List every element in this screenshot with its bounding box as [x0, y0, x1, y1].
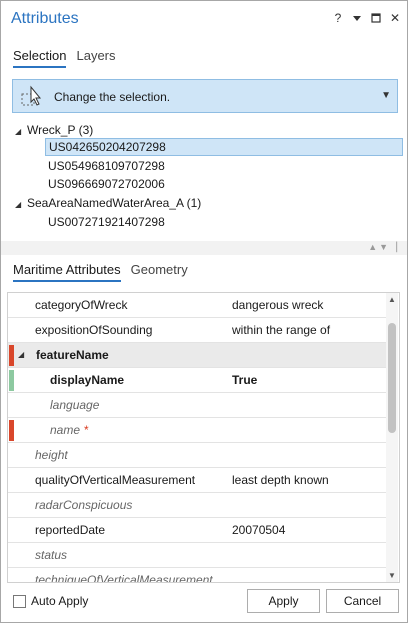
help-icon[interactable]: ? [332, 11, 344, 25]
attribute-name: height [35, 448, 68, 462]
chevron-down-icon: ▼ [381, 90, 391, 101]
attribute-value[interactable]: dangerous wreck [232, 293, 323, 317]
attribute-value[interactable]: least depth known [232, 468, 329, 492]
row-status-marker [9, 370, 14, 391]
splitter-arrows-icon[interactable]: ▲▼▕ [368, 242, 399, 253]
apply-button[interactable]: Apply [247, 589, 320, 613]
attribute-name: techniqueOfVerticalMeasurement [35, 573, 213, 583]
attribute-name: language [50, 398, 100, 412]
attribute-row[interactable]: qualityOfVerticalMeasurement least depth … [8, 468, 388, 493]
attribute-value[interactable]: True [232, 368, 257, 392]
attribute-name: displayName [50, 373, 125, 387]
row-status-marker [9, 345, 14, 366]
required-marker: * [84, 423, 89, 437]
tree-feature[interactable]: US096669072702006 [45, 175, 403, 193]
attribute-name: name [50, 423, 81, 437]
title-bar: Attributes ? ✕ [1, 1, 407, 39]
tree-feature[interactable]: US042650204207298 [45, 138, 403, 156]
attribute-name: expositionOfSounding [35, 323, 153, 337]
tree-feature[interactable]: US007271921407298 [45, 213, 403, 231]
pane-splitter[interactable]: ▲▼▕ [1, 241, 407, 255]
tree-layer-wreck[interactable]: ◢ Wreck_P (3) [15, 121, 93, 139]
attributes-pane: Attributes ? ✕ Selection Layers Change t… [0, 0, 408, 623]
collapse-triangle-icon[interactable]: ◢ [18, 343, 24, 367]
cancel-button[interactable]: Cancel [326, 589, 399, 613]
footer: Auto Apply Apply Cancel [1, 587, 407, 623]
attribute-row[interactable]: radarConspicuous [8, 493, 388, 518]
grid-scrollbar[interactable]: ▲ ▼ [386, 293, 398, 582]
scroll-down-icon[interactable]: ▼ [386, 571, 398, 580]
pin-dropdown-icon[interactable] [351, 11, 363, 25]
auto-apply-checkbox[interactable] [13, 595, 26, 608]
attribute-row[interactable]: reportedDate 20070504 [8, 518, 388, 543]
attribute-row[interactable]: height [8, 443, 388, 468]
attribute-row[interactable]: status [8, 543, 388, 568]
attribute-value[interactable]: 20070504 [232, 518, 285, 542]
attribute-name: reportedDate [35, 523, 106, 537]
attribute-name: categoryOfWreck [35, 298, 128, 312]
maximize-icon[interactable] [370, 11, 382, 25]
bottom-tab-bar: Maritime Attributes Geometry [13, 262, 188, 282]
attribute-row[interactable]: name * [8, 418, 388, 443]
attribute-row[interactable]: techniqueOfVerticalMeasurement [8, 568, 388, 583]
scroll-up-icon[interactable]: ▲ [386, 295, 398, 304]
close-icon[interactable]: ✕ [389, 11, 401, 25]
pane-title: Attributes [11, 10, 79, 27]
attribute-row[interactable]: language [8, 393, 388, 418]
attribute-name: featureName [36, 348, 109, 362]
title-bar-controls: ? ✕ [332, 11, 401, 25]
attribute-name: qualityOfVerticalMeasurement [35, 473, 196, 487]
attribute-grid: categoryOfWreck dangerous wreck exposition… [7, 292, 400, 583]
tab-selection[interactable]: Selection [13, 48, 67, 68]
tab-layers[interactable]: Layers [76, 48, 115, 68]
row-status-marker [9, 420, 14, 441]
scrollbar-thumb[interactable] [388, 323, 396, 433]
attribute-value[interactable]: within the range of [232, 318, 330, 342]
expand-triangle-icon[interactable]: ◢ [15, 196, 27, 214]
layer-label: Wreck_P (3) [27, 123, 94, 137]
tab-geometry[interactable]: Geometry [131, 262, 188, 282]
expand-triangle-icon[interactable]: ◢ [15, 123, 27, 141]
attribute-name: radarConspicuous [35, 498, 133, 512]
selection-dropdown-label: Change the selection. [54, 90, 171, 104]
attribute-row[interactable]: ◢ featureName [8, 343, 388, 368]
tree-layer-sea-area[interactable]: ◢ SeaAreaNamedWaterArea_A (1) [15, 194, 201, 212]
top-tab-bar: Selection Layers [13, 48, 116, 68]
attribute-name: status [35, 548, 68, 562]
attribute-row[interactable]: expositionOfSounding within the range of [8, 318, 388, 343]
attribute-row[interactable]: categoryOfWreck dangerous wreck [8, 293, 388, 318]
layer-label: SeaAreaNamedWaterArea_A (1) [27, 196, 202, 210]
tree-feature[interactable]: US054968109707298 [45, 157, 403, 175]
attribute-row[interactable]: displayName True [8, 368, 388, 393]
select-cursor-icon [21, 85, 42, 106]
tab-maritime-attributes[interactable]: Maritime Attributes [13, 262, 121, 282]
change-selection-dropdown[interactable]: Change the selection. ▼ [12, 79, 398, 113]
auto-apply-label: Auto Apply [31, 594, 89, 608]
